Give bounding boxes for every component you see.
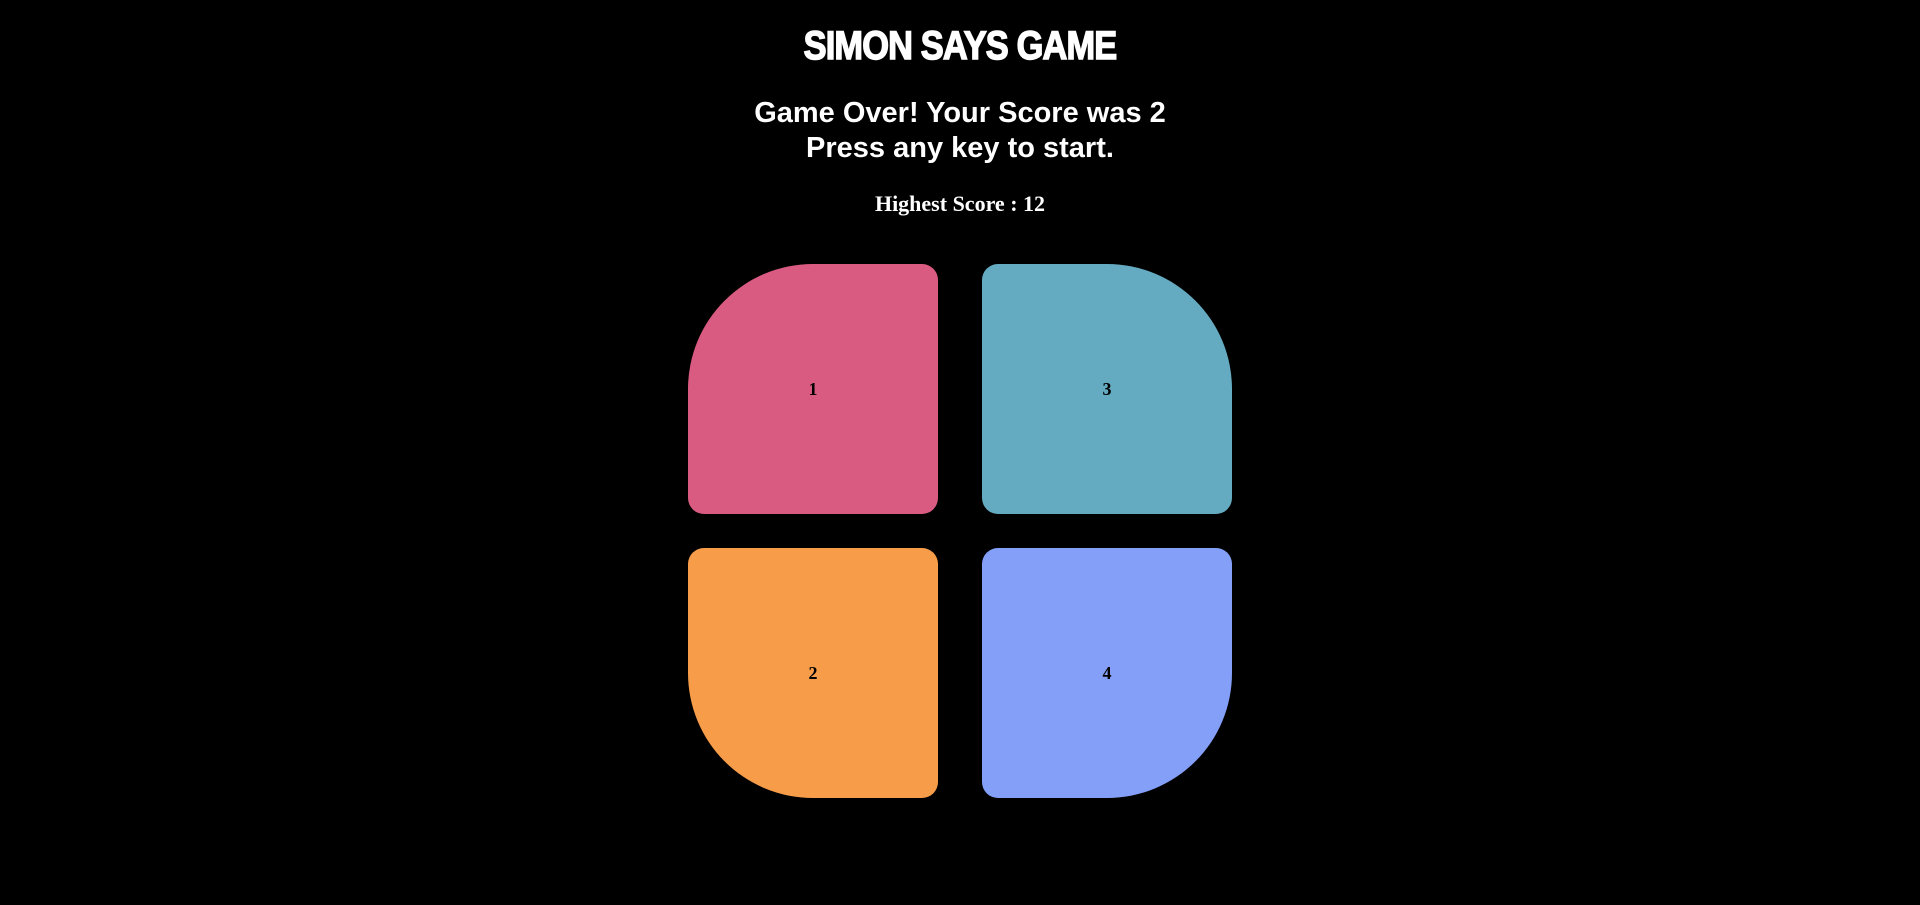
pad-1-label: 1 <box>808 378 818 399</box>
start-instruction: Press any key to start. <box>806 132 1114 164</box>
pad-3[interactable]: 3 <box>982 264 1232 514</box>
pad-4-label: 4 <box>1102 662 1112 683</box>
pad-4[interactable]: 4 <box>982 548 1232 798</box>
pad-2-label: 2 <box>808 662 818 683</box>
pad-1[interactable]: 1 <box>688 264 938 514</box>
game-page: SIMON SAYS GAME Game Over! Your Score wa… <box>0 0 1920 905</box>
game-status: Game Over! Your Score was 2 Press any ke… <box>0 96 1920 166</box>
pad-2[interactable]: 2 <box>688 548 938 798</box>
pad-3-label: 3 <box>1102 378 1112 399</box>
game-over-message: Game Over! Your Score was 2 <box>754 97 1166 129</box>
game-title: SIMON SAYS GAME <box>803 23 1118 69</box>
highest-score: Highest Score : 12 <box>874 191 1046 216</box>
